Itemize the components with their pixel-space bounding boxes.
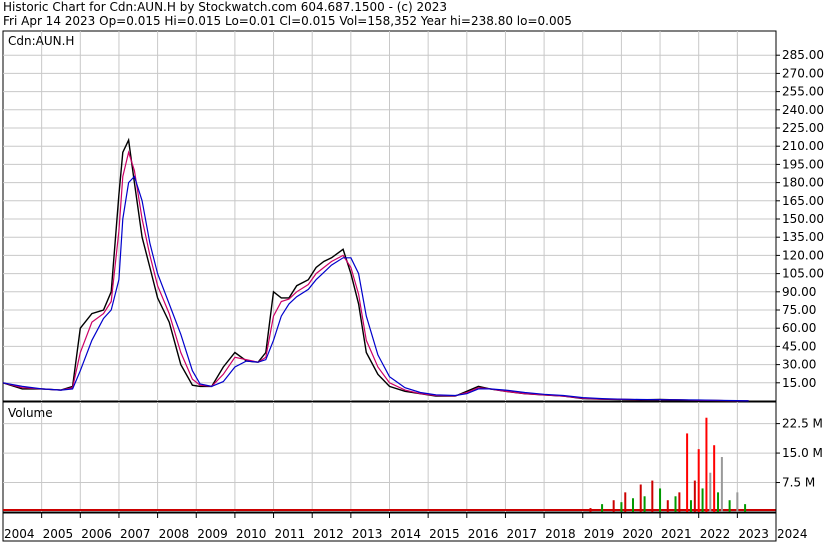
volume-tick-label: 7.5 M [782,476,815,490]
volume-bar [736,492,739,512]
volume-bar [631,498,634,512]
volume-tick-label: 22.5 M [782,417,823,431]
price-panel: 285.00 270.00 255.00 240.00 225.00 210.00 195.… [2,30,824,402]
price-tick-label: 225.00 [782,121,824,135]
x-tick-label: 2019 [584,527,615,541]
price-panel-label: Cdn:AUN.H [8,34,74,48]
volume-bar [717,492,720,512]
volume-bar [720,457,723,512]
volume-bar [701,488,704,512]
x-tick-label: 2012 [313,527,344,541]
x-tick-label: 2009 [197,527,228,541]
volume-bar [689,500,692,512]
volume-panel: 22.5 M 15.0 M 7.5 M Volume [2,401,823,513]
price-tick-label: 75.00 [782,303,816,317]
price-tick-label: 210.00 [782,139,824,153]
x-tick-label: 2024 [777,527,808,541]
volume-bar [709,472,712,512]
volume-bar [612,500,615,512]
price-tick-label: 270.00 [782,66,824,80]
volume-bar [620,502,623,512]
x-tick-label: 2021 [661,527,692,541]
volume-bar [728,500,731,512]
price-tick-label: 135.00 [782,230,824,244]
x-tick-label: 2015 [429,527,460,541]
x-tick-label: 2007 [120,527,151,541]
price-tick-label: 120.00 [782,248,824,262]
x-tick-label: 2005 [43,527,74,541]
price-tick-label: 150.00 [782,212,824,226]
volume-bar [713,445,716,512]
x-tick-label: 2013 [352,527,383,541]
x-tick-label: 2022 [700,527,731,541]
volume-bar [643,496,646,512]
volume-bar [666,500,669,512]
price-tick-label: 165.00 [782,194,824,208]
price-tick-label: 285.00 [782,48,824,62]
price-tick-label: 105.00 [782,267,824,281]
x-tick-label: 2008 [159,527,190,541]
price-tick-label: 90.00 [782,285,816,299]
volume-bar [674,496,677,512]
x-tick-label: 2011 [275,527,306,541]
volume-bar [697,449,700,512]
x-tick-label: 2010 [236,527,267,541]
x-tick-label: 2017 [506,527,537,541]
price-tick-label: 180.00 [782,176,824,190]
x-tick-label: 2023 [738,527,769,541]
price-tick-label: 255.00 [782,85,824,99]
volume-bar [659,488,662,512]
volume-bar [651,480,654,512]
volume-tick-label: 15.0 M [782,446,823,460]
x-tick-label: 2014 [391,527,422,541]
volume-bar [624,492,627,512]
volume-bar [601,504,604,512]
price-tick-label: 45.00 [782,339,816,353]
stock-chart: 285.00 270.00 255.00 240.00 225.00 210.00 195.… [2,30,824,542]
volume-panel-label: Volume [8,406,53,420]
x-tick-label: 2018 [545,527,576,541]
volume-bar [705,417,708,512]
x-tick-label: 2016 [468,527,499,541]
volume-bar [686,433,689,512]
volume-bar [744,504,747,512]
price-tick-label: 195.00 [782,157,824,171]
x-tick-label: 2020 [622,527,653,541]
price-tick-label: 30.00 [782,358,816,372]
volume-bar [678,492,681,512]
price-tick-label: 15.00 [782,376,816,390]
x-tick-label: 2004 [4,527,35,541]
volume-bar [693,480,696,512]
x-tick-label: 2006 [81,527,112,541]
volume-bar [639,484,642,512]
price-tick-label: 240.00 [782,103,824,117]
price-tick-label: 60.00 [782,321,816,335]
volume-bar [589,508,592,512]
